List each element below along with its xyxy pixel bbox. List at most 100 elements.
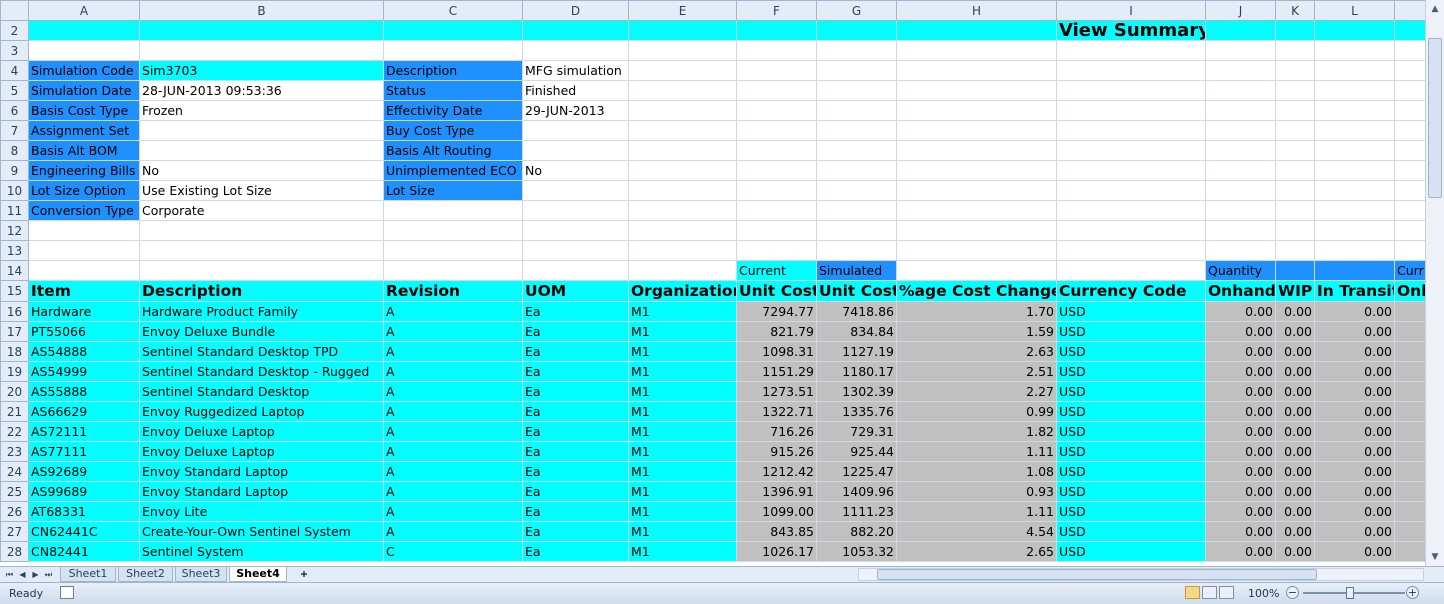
data-cell[interactable]: AT68331: [28, 501, 140, 522]
cell[interactable]: [1394, 180, 1425, 201]
cell[interactable]: [1275, 160, 1315, 181]
data-cell[interactable]: Envoy Deluxe Laptop: [139, 441, 384, 462]
zoom-out-icon[interactable]: −: [1286, 586, 1299, 599]
cell[interactable]: [628, 220, 737, 241]
data-cell[interactable]: AS77111: [28, 441, 140, 462]
data-cell[interactable]: 0.00: [1275, 541, 1315, 562]
cell[interactable]: [28, 240, 140, 261]
data-cell[interactable]: 0.00: [1205, 341, 1276, 362]
cell[interactable]: [1394, 100, 1425, 121]
zoom-level[interactable]: 100%: [1248, 587, 1279, 600]
row-header[interactable]: 22: [0, 421, 29, 442]
cell[interactable]: [736, 220, 817, 241]
zoom-in-icon[interactable]: +: [1406, 586, 1419, 599]
cell[interactable]: [816, 100, 897, 121]
data-cell[interactable]: AS54888: [28, 341, 140, 362]
param-value[interactable]: Use Existing Lot Size: [139, 180, 384, 201]
cell[interactable]: [628, 120, 737, 141]
data-cell[interactable]: M1: [628, 541, 737, 562]
data-cell[interactable]: M1: [628, 381, 737, 402]
data-cell[interactable]: 1127.19: [816, 341, 897, 362]
data-cell[interactable]: Envoy Deluxe Laptop: [139, 421, 384, 442]
data-cell[interactable]: CN62441C: [28, 521, 140, 542]
select-all-corner[interactable]: [0, 0, 29, 21]
data-cell[interactable]: PT55066: [28, 321, 140, 342]
cell[interactable]: [522, 20, 629, 41]
param-value[interactable]: Corporate: [139, 200, 384, 221]
cell[interactable]: [1314, 260, 1395, 281]
cell[interactable]: [1056, 60, 1206, 81]
row-header[interactable]: 14: [0, 260, 29, 281]
cell[interactable]: [1394, 521, 1425, 542]
cell[interactable]: [896, 220, 1057, 241]
data-cell[interactable]: M1: [628, 461, 737, 482]
data-cell[interactable]: 1273.51: [736, 381, 817, 402]
cell[interactable]: [383, 40, 523, 61]
data-cell[interactable]: 0.00: [1314, 361, 1395, 382]
cell[interactable]: [1314, 60, 1395, 81]
data-cell[interactable]: Ea: [522, 501, 629, 522]
column-header[interactable]: B: [139, 0, 384, 21]
data-cell[interactable]: AS99689: [28, 481, 140, 502]
data-cell[interactable]: 0.00: [1275, 461, 1315, 482]
data-cell[interactable]: 0.00: [1275, 521, 1315, 542]
data-cell[interactable]: 925.44: [816, 441, 897, 462]
cell[interactable]: [28, 20, 140, 41]
cell[interactable]: [896, 160, 1057, 181]
param-value[interactable]: 28-JUN-2013 09:53:36: [139, 80, 384, 101]
row-header[interactable]: 23: [0, 441, 29, 462]
data-cell[interactable]: 2.27: [896, 381, 1057, 402]
cell[interactable]: [736, 20, 817, 41]
data-cell[interactable]: 1.11: [896, 441, 1057, 462]
data-cell[interactable]: M1: [628, 421, 737, 442]
data-cell[interactable]: Sentinel Standard Desktop: [139, 381, 384, 402]
data-cell[interactable]: USD: [1056, 481, 1206, 502]
data-cell[interactable]: 0.00: [1205, 381, 1276, 402]
cell[interactable]: [628, 200, 737, 221]
data-cell[interactable]: 729.31: [816, 421, 897, 442]
data-cell[interactable]: 1.08: [896, 461, 1057, 482]
cell[interactable]: [383, 20, 523, 41]
data-cell[interactable]: M1: [628, 401, 737, 422]
data-cell[interactable]: 7294.77: [736, 301, 817, 322]
data-cell[interactable]: 821.79: [736, 321, 817, 342]
cell[interactable]: [1056, 200, 1206, 221]
cell[interactable]: [736, 160, 817, 181]
cell[interactable]: [816, 160, 897, 181]
row-header[interactable]: 16: [0, 301, 29, 322]
data-cell[interactable]: Hardware Product Family: [139, 301, 384, 322]
normal-view-icon[interactable]: [1185, 586, 1200, 599]
cell[interactable]: [1205, 140, 1276, 161]
data-cell[interactable]: A: [383, 381, 523, 402]
data-cell[interactable]: AS92689: [28, 461, 140, 482]
cell[interactable]: [1205, 200, 1276, 221]
row-header[interactable]: 11: [0, 200, 29, 221]
data-cell[interactable]: A: [383, 401, 523, 422]
data-cell[interactable]: USD: [1056, 301, 1206, 322]
data-cell[interactable]: 0.00: [1275, 381, 1315, 402]
row-header[interactable]: 17: [0, 321, 29, 342]
cell[interactable]: [736, 140, 817, 161]
data-cell[interactable]: 0.99: [896, 401, 1057, 422]
row-header[interactable]: 15: [0, 280, 29, 302]
cell[interactable]: [383, 240, 523, 261]
data-cell[interactable]: 0.00: [1205, 481, 1276, 502]
cell[interactable]: [1314, 80, 1395, 101]
cell[interactable]: [1056, 180, 1206, 201]
data-cell[interactable]: Ea: [522, 461, 629, 482]
cell[interactable]: [816, 80, 897, 101]
data-cell[interactable]: USD: [1056, 321, 1206, 342]
data-cell[interactable]: Envoy Standard Laptop: [139, 481, 384, 502]
cell[interactable]: [1394, 401, 1425, 422]
data-cell[interactable]: Ea: [522, 481, 629, 502]
vertical-scrollbar[interactable]: ▲ ▼: [1425, 0, 1444, 566]
data-cell[interactable]: Sentinel Standard Desktop TPD: [139, 341, 384, 362]
data-cell[interactable]: Ea: [522, 401, 629, 422]
cell[interactable]: [1275, 140, 1315, 161]
cell[interactable]: [1056, 40, 1206, 61]
cell[interactable]: [1275, 260, 1315, 281]
cell[interactable]: [628, 240, 737, 261]
param-value[interactable]: No: [522, 160, 629, 181]
data-cell[interactable]: 0.00: [1205, 501, 1276, 522]
data-cell[interactable]: AS66629: [28, 401, 140, 422]
